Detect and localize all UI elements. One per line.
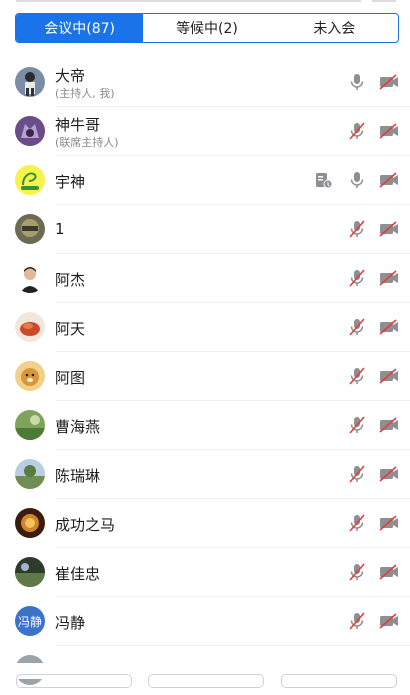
participant-name: 神牛哥 [55,116,101,134]
camera-off-icon[interactable] [378,415,400,435]
participant-name: 阿天 [55,320,86,338]
avatar [15,67,45,97]
camera-off-icon[interactable] [378,562,400,582]
participant-name: 成功之马 [55,516,116,534]
participant-name: 冯静 [55,614,86,632]
camera-off-icon[interactable] [378,464,400,484]
avatar [15,214,45,244]
participant-name: 宇神 [55,173,86,191]
participant-name: 大帝 [55,67,86,85]
microphone-muted-icon[interactable] [347,121,367,141]
bottom-toolbar [0,663,410,688]
camera-off-icon[interactable] [378,513,400,533]
avatar [15,557,45,587]
participant-role: (联席主持人) [55,136,119,149]
avatar [15,459,45,489]
participant-row[interactable]: 崔佳忠 [0,548,410,597]
participant-row[interactable]: 陈瑞琳 [0,450,410,499]
participant-row[interactable]: 成功之马 [0,499,410,548]
avatar: 冯静 [15,606,45,636]
toolbar-button[interactable] [16,674,132,688]
toolbar-button[interactable] [148,674,264,688]
participant-row[interactable]: 神牛哥 (联席主持人) [0,107,410,156]
microphone-muted-icon[interactable] [347,219,367,239]
avatar [15,508,45,538]
avatar [15,263,45,293]
participant-row[interactable]: 宇神 [0,156,410,205]
camera-off-icon[interactable] [378,611,400,631]
toolbar-button[interactable] [281,674,397,688]
camera-off-icon[interactable] [378,72,400,92]
participant-role: (主持人, 我) [55,87,115,100]
microphone-icon[interactable] [347,170,367,190]
avatar [15,410,45,440]
header-bar-right [372,0,396,2]
avatar [15,361,45,391]
participant-row[interactable]: 阿图 [0,352,410,401]
microphone-muted-icon[interactable] [347,366,367,386]
avatar [15,165,45,195]
microphone-muted-icon[interactable] [347,562,367,582]
participant-name: 阿杰 [55,271,86,289]
avatar [15,116,45,146]
previous-header-edge [0,0,410,4]
microphone-muted-icon[interactable] [347,464,367,484]
microphone-muted-icon[interactable] [347,317,367,337]
microphone-muted-icon[interactable] [347,611,367,631]
microphone-icon[interactable] [347,72,367,92]
participant-name: 阿图 [55,369,86,387]
screen-share-icon[interactable] [313,170,333,190]
tab-waiting[interactable]: 等候中(2) [143,14,270,42]
participant-name: 1 [55,220,65,238]
camera-off-icon[interactable] [378,219,400,239]
tab-in-meeting[interactable]: 会议中(87) [16,14,144,42]
participant-row[interactable]: 大帝 (主持人, 我) [0,58,410,107]
participant-row[interactable]: 冯静 冯静 [0,597,410,646]
camera-off-icon[interactable] [378,366,400,386]
participant-name: 崔佳忠 [55,565,101,583]
participant-row[interactable]: 阿天 [0,303,410,352]
header-bar-left [16,0,361,2]
participant-row[interactable]: 阿杰 [0,254,410,303]
participant-list: 大帝 (主持人, 我) 神牛哥 (联席主持人) 宇神 1 阿杰 阿天 阿图 曹海… [0,58,410,695]
microphone-muted-icon[interactable] [347,268,367,288]
microphone-muted-icon[interactable] [347,513,367,533]
avatar [15,312,45,342]
participant-name: 曹海燕 [55,418,101,436]
participant-name: 陈瑞琳 [55,467,101,485]
participant-row[interactable]: 曹海燕 [0,401,410,450]
camera-off-icon[interactable] [378,170,400,190]
camera-off-icon[interactable] [378,121,400,141]
participant-row[interactable]: 1 [0,205,410,254]
participant-tabs: 会议中(87) 等候中(2) 未入会 [15,13,399,43]
camera-off-icon[interactable] [378,268,400,288]
microphone-muted-icon[interactable] [347,415,367,435]
camera-off-icon[interactable] [378,317,400,337]
tab-not-joined[interactable]: 未入会 [271,14,398,42]
